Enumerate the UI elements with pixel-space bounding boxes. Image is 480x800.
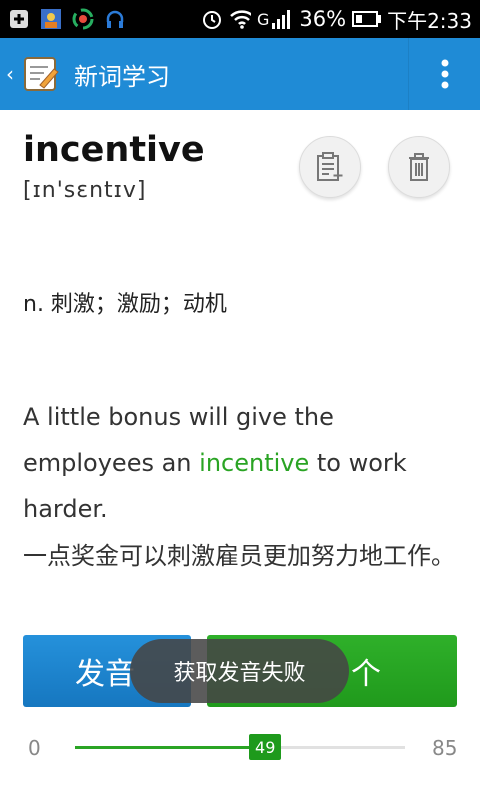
app-bar: ‹ 新词学习 <box>0 38 480 110</box>
trash-icon <box>409 153 429 181</box>
battery-percent: 36% <box>299 7 347 31</box>
progress-min-label: 0 <box>28 736 41 760</box>
chevron-left-icon: ‹ <box>6 62 14 86</box>
status-bar: G 36% 下午2:33 <box>0 0 480 38</box>
back-button[interactable]: ‹ <box>0 38 20 110</box>
vertical-dots-icon <box>441 59 448 89</box>
progress-max-label: 85 <box>432 736 458 760</box>
example-highlight: incentive <box>199 449 310 477</box>
overflow-menu-button[interactable] <box>408 38 480 110</box>
signal-icon <box>271 8 293 30</box>
gallery-app-icon <box>40 8 62 30</box>
delete-word-button[interactable] <box>388 136 450 198</box>
add-to-notes-button[interactable] <box>299 136 361 198</box>
clock: 下午2:33 <box>387 8 472 33</box>
phonetic-transcription: [ɪn'sɛntɪv] <box>23 178 147 203</box>
pronounce-label: 发音 <box>75 657 135 692</box>
headset-icon <box>104 8 126 30</box>
alarm-icon <box>201 8 223 30</box>
note-add-icon <box>317 152 343 181</box>
example-translation: 一点奖金可以刺激雇员更加努力地工作。 <box>23 542 455 570</box>
progress-thumb[interactable]: 49 <box>249 734 282 760</box>
network-type: G <box>256 9 270 29</box>
progress-slider[interactable]: 49 <box>75 734 405 760</box>
word-heading: incentive <box>23 130 205 170</box>
swirl-app-icon <box>72 8 94 30</box>
battery-icon <box>352 11 382 27</box>
page-title: 新词学习 <box>74 62 170 91</box>
example-sentence: A little bonus will give the employees a… <box>23 394 463 532</box>
wifi-icon <box>229 8 251 30</box>
add-box-icon <box>8 8 30 30</box>
definition-text: n. 刺激；激励；动机 <box>23 292 227 317</box>
notification-icons <box>8 8 126 30</box>
system-status: G 36% 下午2:33 <box>201 5 472 34</box>
progress-fill <box>75 746 266 749</box>
next-label: 个 <box>351 657 381 692</box>
toast-message: 获取发音失败 <box>130 639 349 703</box>
notebook-pencil-icon <box>22 55 60 93</box>
